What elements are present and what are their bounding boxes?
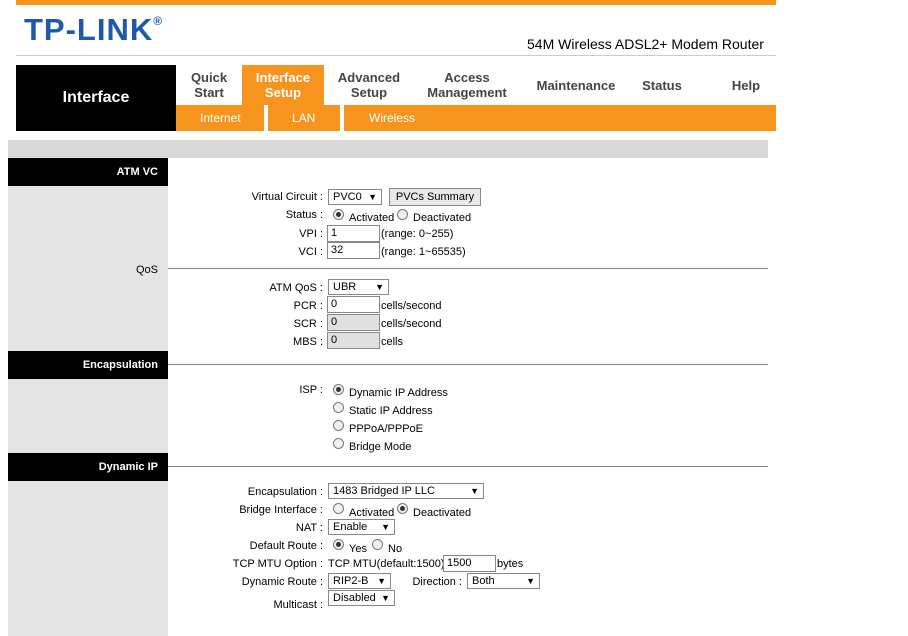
left-column [8, 158, 168, 636]
tcp-mtu-label: TCP MTU Option : [232, 558, 323, 570]
main-nav: Quick Start Interface Setup Advanced Setup … [176, 65, 776, 105]
bridge-activated-radio[interactable] [333, 503, 344, 514]
status-label: Status : [285, 209, 323, 221]
subnav-internet[interactable]: Internet [200, 105, 241, 131]
pcr-input[interactable]: 0 [327, 296, 380, 313]
isp-static-ip-radio[interactable] [333, 402, 344, 413]
sub-nav: Internet LAN Wireless [176, 105, 776, 131]
isp-label: ISP : [299, 384, 323, 396]
isp-dynamic-ip-label: Dynamic IP Address [349, 387, 448, 399]
vci-label: VCI : [298, 246, 323, 258]
subnav-separator [340, 105, 344, 131]
virtual-circuit-select[interactable]: PVC0 ▼ [328, 189, 382, 205]
multicast-select[interactable]: Disabled ▼ [328, 590, 395, 606]
section-atm-vc: ATM VC [8, 158, 168, 186]
section-dynamic-ip: Dynamic IP [8, 453, 168, 481]
qos-divider [168, 268, 768, 269]
default-route-label: Default Route : [249, 540, 323, 552]
direction-label: Direction : [412, 576, 462, 588]
pcr-label: PCR : [293, 300, 323, 312]
model-name: 54M Wireless ADSL2+ Modem Router [527, 36, 764, 52]
tp-link-logo: TP-LINK® [24, 12, 164, 47]
multicast-label: Multicast : [273, 599, 323, 611]
mbs-unit: cells [381, 336, 404, 348]
encapsulation-label: Encapsulation : [247, 486, 323, 498]
status-activated-label: Activated [349, 212, 395, 224]
atm-qos-select[interactable]: UBR ▼ [328, 279, 389, 295]
isp-dynamic-ip-radio[interactable] [333, 384, 344, 395]
default-route-yes-radio[interactable] [333, 539, 344, 550]
vpi-input[interactable]: 1 [327, 225, 380, 242]
vpi-range: (range: 0~255) [381, 228, 454, 240]
tcp-mtu-text: TCP MTU(default:1500) [328, 558, 445, 570]
top-accent-bar [16, 0, 776, 5]
status-deactivated-label: Deactivated [413, 212, 472, 224]
isp-pppoa-pppoe-radio[interactable] [333, 420, 344, 431]
default-route-no-label: No [388, 543, 403, 555]
content-top-band [8, 140, 768, 158]
dynamic-ip-divider [168, 466, 768, 467]
nav-access-management[interactable]: Access Management [414, 65, 520, 105]
direction-select[interactable]: Both ▼ [467, 573, 540, 589]
subnav-lan[interactable]: LAN [292, 105, 315, 131]
pvcs-summary-button[interactable]: PVCs Summary [389, 188, 481, 206]
nav-section-title: Interface [16, 65, 176, 131]
bridge-interface-label: Bridge Interface : [239, 504, 323, 516]
dynamic-route-select[interactable]: RIP2-B ▼ [328, 573, 391, 589]
atm-qos-label: ATM QoS : [269, 282, 323, 294]
bridge-deactivated-label: Deactivated [413, 507, 472, 519]
mbs-label: MBS : [293, 336, 323, 348]
isp-static-ip-label: Static IP Address [349, 405, 433, 417]
scr-input[interactable]: 0 [327, 314, 380, 331]
isp-bridge-mode-label: Bridge Mode [349, 441, 412, 453]
status-activated-radio[interactable] [333, 209, 344, 220]
section-qos: QoS [135, 264, 158, 276]
vpi-label: VPI : [299, 228, 323, 240]
encapsulation-select[interactable]: 1483 Bridged IP LLC ▼ [328, 483, 484, 499]
nav-help[interactable]: Help [716, 65, 776, 105]
header-divider [16, 55, 776, 56]
bridge-activated-label: Activated [349, 507, 395, 519]
pcr-unit: cells/second [381, 300, 442, 312]
section-encapsulation: Encapsulation [8, 351, 168, 379]
bridge-deactivated-radio[interactable] [397, 503, 408, 514]
default-route-no-radio[interactable] [372, 539, 383, 550]
nat-select[interactable]: Enable ▼ [328, 519, 395, 535]
tcp-mtu-unit: bytes [497, 558, 524, 570]
encapsulation-divider [168, 364, 768, 365]
mbs-input[interactable]: 0 [327, 332, 380, 349]
nav-interface-setup[interactable]: Interface Setup [242, 65, 324, 105]
nav-quick-start[interactable]: Quick Start [176, 65, 242, 105]
nav-maintenance[interactable]: Maintenance [520, 65, 632, 105]
isp-pppoa-pppoe-label: PPPoA/PPPoE [349, 423, 423, 435]
scr-unit: cells/second [381, 318, 442, 330]
nat-label: NAT : [295, 522, 323, 534]
default-route-yes-label: Yes [349, 543, 367, 555]
vci-range: (range: 1~65535) [381, 246, 466, 258]
nav-advanced-setup[interactable]: Advanced Setup [324, 65, 414, 105]
isp-bridge-mode-radio[interactable] [333, 438, 344, 449]
subnav-wireless[interactable]: Wireless [369, 105, 415, 131]
dynamic-route-label: Dynamic Route : [241, 576, 323, 588]
vci-input[interactable]: 32 [327, 242, 380, 259]
virtual-circuit-label: Virtual Circuit : [251, 191, 323, 203]
nav-status[interactable]: Status [632, 65, 692, 105]
subnav-separator [264, 105, 268, 131]
tcp-mtu-input[interactable]: 1500 [443, 555, 496, 572]
scr-label: SCR : [293, 318, 323, 330]
status-deactivated-radio[interactable] [397, 209, 408, 220]
